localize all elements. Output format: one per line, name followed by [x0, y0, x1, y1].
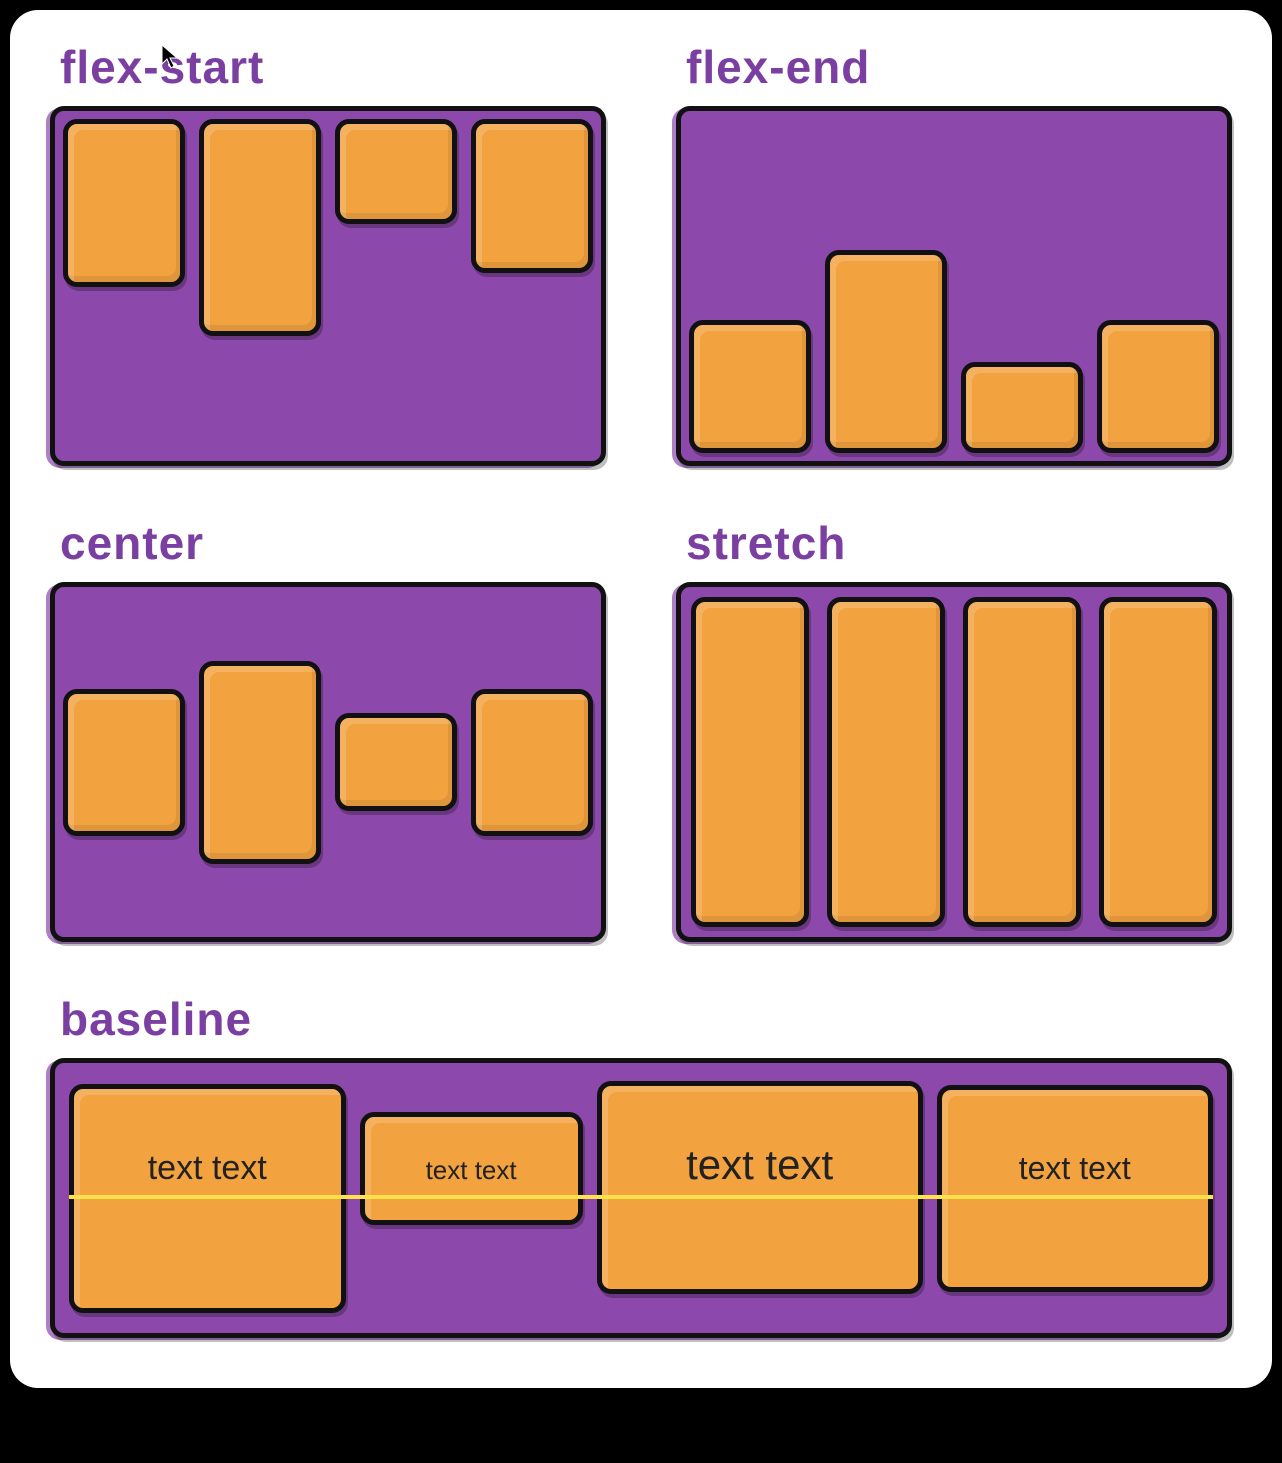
panel-label: flex-end — [686, 40, 1232, 94]
panel-grid: flex-start flex-end center — [50, 40, 1232, 1338]
flex-container — [676, 582, 1232, 942]
flex-item — [199, 661, 321, 864]
flex-item — [1099, 597, 1217, 927]
flex-item: text text — [937, 1085, 1214, 1292]
item-text: text text — [148, 1149, 267, 1188]
flex-item: text text — [360, 1112, 583, 1225]
flex-item — [335, 119, 457, 224]
panel-label: baseline — [60, 992, 1232, 1046]
flex-container — [676, 106, 1232, 466]
flex-item — [335, 713, 457, 811]
diagram-frame: flex-start flex-end center — [10, 10, 1272, 1388]
flex-item — [63, 119, 185, 287]
panel-label: flex-start — [60, 40, 606, 94]
flex-container — [50, 582, 606, 942]
flex-item — [961, 362, 1083, 453]
flex-container — [50, 106, 606, 466]
flex-item: text text — [597, 1081, 923, 1294]
flex-item — [689, 320, 811, 453]
flex-item — [471, 689, 593, 836]
flex-container: text text text text text text text text — [50, 1058, 1232, 1338]
item-text: text text — [426, 1155, 517, 1186]
flex-item — [1097, 320, 1219, 453]
item-text: text text — [686, 1141, 833, 1189]
panel-label: center — [60, 516, 606, 570]
flex-item — [825, 250, 947, 453]
panel-baseline: baseline text text text text text text t… — [50, 992, 1232, 1338]
flex-item — [63, 689, 185, 836]
panel-flex-end: flex-end — [676, 40, 1232, 466]
flex-item — [471, 119, 593, 273]
panel-flex-start: flex-start — [50, 40, 606, 466]
flex-item: text text — [69, 1084, 346, 1313]
panel-label: stretch — [686, 516, 1232, 570]
panel-stretch: stretch — [676, 516, 1232, 942]
flex-item — [199, 119, 321, 336]
flex-item — [827, 597, 945, 927]
item-text: text text — [1019, 1150, 1131, 1187]
flex-item — [963, 597, 1081, 927]
panel-center: center — [50, 516, 606, 942]
flex-item — [691, 597, 809, 927]
